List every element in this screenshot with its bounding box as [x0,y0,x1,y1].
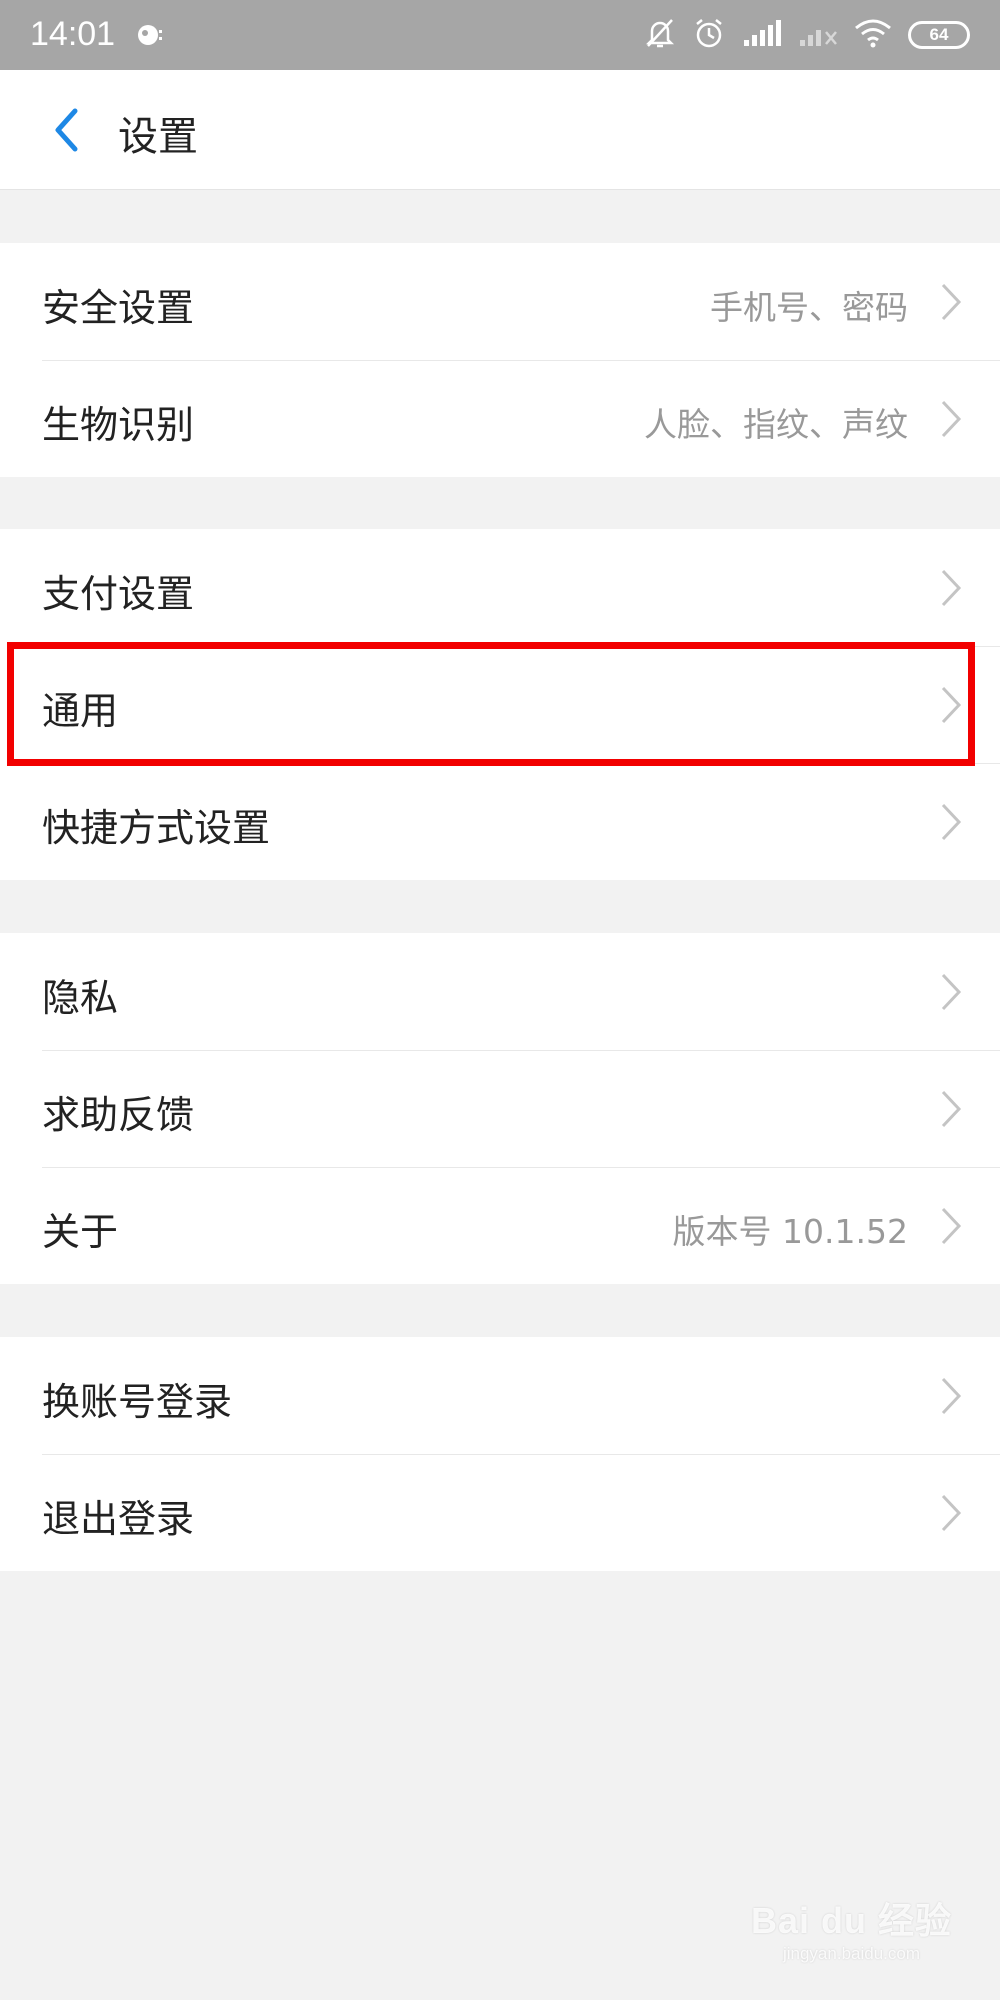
notification-icon [134,20,164,54]
chevron-right-icon [941,973,962,1011]
chevron-right-icon [941,569,962,607]
row-label: 生物识别 [42,403,195,447]
settings-row-about[interactable]: 关于 版本号 10.1.52 [0,1167,1000,1284]
alarm-icon [692,16,726,54]
nav-header: 设置 [0,70,1000,190]
row-value: 手机号、密码 [710,288,908,327]
settings-row-biometric[interactable]: 生物识别 人脸、指纹、声纹 [0,360,1000,477]
chevron-right-icon [941,1207,962,1245]
settings-row-payment[interactable]: 支付设置 [0,529,1000,646]
settings-row-privacy[interactable]: 隐私 [0,933,1000,1050]
battery-icon: 64 [908,21,970,49]
signal-no-sim-icon [798,18,838,52]
wifi-icon [854,18,892,52]
row-label: 换账号登录 [42,1380,233,1424]
settings-row-help-feedback[interactable]: 求助反馈 [0,1050,1000,1167]
row-label: 支付设置 [42,572,195,616]
settings-group-login: 换账号登录 退出登录 [0,1337,1000,1571]
settings-group-account-security: 安全设置 手机号、密码 生物识别 人脸、指纹、声纹 [0,243,1000,477]
chevron-right-icon [941,1090,962,1128]
chevron-right-icon [941,1494,962,1532]
status-time: 14:01 [30,15,116,53]
watermark: Bai du 经验 jingyan.baidu.com [751,1892,952,1964]
chevron-right-icon [941,400,962,438]
row-label: 隐私 [42,976,119,1020]
chevron-right-icon [941,1377,962,1415]
watermark-sub: jingyan.baidu.com [782,1944,920,1963]
status-bar: 14:01 64 [0,0,1000,70]
chevron-right-icon [941,803,962,841]
row-label: 安全设置 [42,286,195,330]
settings-row-switch-account[interactable]: 换账号登录 [0,1337,1000,1454]
chevron-right-icon [941,686,962,724]
row-label: 求助反馈 [42,1093,195,1137]
row-label: 快捷方式设置 [42,806,271,850]
chevron-right-icon [941,283,962,321]
settings-group-general: 支付设置 通用 快捷方式设置 [0,529,1000,880]
bell-mute-icon [644,16,676,54]
chevron-left-icon [55,108,78,152]
settings-group-privacy-help: 隐私 求助反馈 关于 版本号 10.1.52 [0,933,1000,1284]
settings-row-logout[interactable]: 退出登录 [0,1454,1000,1571]
row-label: 通用 [42,689,119,733]
page-title: 设置 [118,114,198,160]
row-label: 关于 [42,1210,119,1254]
row-value: 人脸、指纹、声纹 [644,405,908,444]
back-button[interactable] [36,100,96,160]
row-label: 退出登录 [42,1497,195,1541]
settings-row-general[interactable]: 通用 [0,646,1000,763]
watermark-main: Bai du 经验 [750,1900,952,1941]
settings-row-security[interactable]: 安全设置 手机号、密码 [0,243,1000,360]
status-icons: 64 [644,14,970,56]
signal-icon [742,18,782,52]
row-value: 版本号 10.1.52 [672,1212,908,1251]
settings-row-shortcuts[interactable]: 快捷方式设置 [0,763,1000,880]
